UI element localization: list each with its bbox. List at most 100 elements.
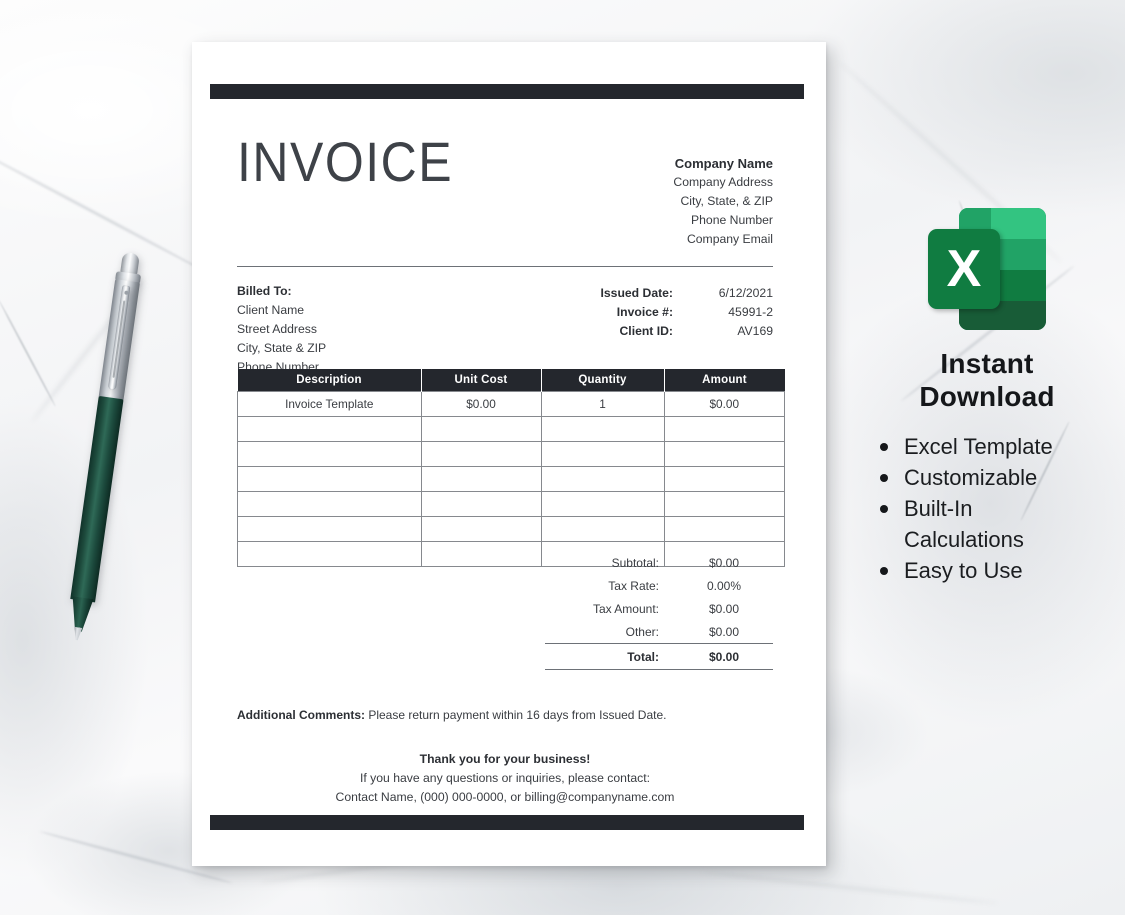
promo-feature-label: Calculations <box>904 527 1024 552</box>
promo-feature-label: Easy to Use <box>904 558 1023 583</box>
table-cell[interactable] <box>237 516 422 542</box>
bullet-icon <box>880 567 888 575</box>
table-cell[interactable] <box>663 516 785 542</box>
totals-value: $0.00 <box>708 624 740 639</box>
table-cell[interactable] <box>540 516 665 542</box>
billed-to-label: Billed To: <box>237 284 292 298</box>
invoice-document: INVOICE Company Name Company Address Cit… <box>192 42 826 866</box>
table-cell[interactable] <box>237 466 422 492</box>
company-info-block: Company Name Company Address City, State… <box>673 154 773 249</box>
table-cell[interactable] <box>420 516 542 542</box>
client-street: Street Address <box>237 322 317 336</box>
company-address: Company Address <box>673 175 773 189</box>
company-phone: Phone Number <box>691 213 773 227</box>
table-cell[interactable] <box>663 491 785 517</box>
table-cell[interactable] <box>663 466 785 492</box>
line-items-table: Description Unit Cost Quantity Amount Invoi… <box>237 369 785 567</box>
header-divider <box>237 266 773 267</box>
promo-feature-label: Built-In <box>904 496 973 521</box>
table-cell[interactable] <box>540 466 665 492</box>
promo-feature-list: Excel Template Customizable Built-In Calcul… <box>878 431 1118 586</box>
header-accent-bar <box>210 84 804 99</box>
table-row[interactable] <box>237 491 785 517</box>
totals-value: $0.00 <box>708 601 740 616</box>
table-header-row: Description Unit Cost Quantity Amount <box>237 369 785 392</box>
pen-taper <box>68 596 94 633</box>
invoice-meta-value: 45991-2 <box>728 305 773 319</box>
table-cell[interactable] <box>663 441 785 467</box>
invoice-header: INVOICE Company Name Company Address Cit… <box>237 110 773 246</box>
totals-grand-row: Total: $0.00 <box>545 643 773 670</box>
totals-block: Subtotal: $0.00 Tax Rate: 0.00% Tax Amount: $… <box>545 551 773 670</box>
totals-value: $0.00 <box>708 555 740 570</box>
promo-feature-item: Customizable <box>878 462 1118 493</box>
promo-feature-label: Customizable <box>904 465 1038 490</box>
table-cell[interactable] <box>420 466 542 492</box>
table-row[interactable] <box>237 466 785 492</box>
invoice-meta-key: Issued Date: <box>600 286 673 300</box>
totals-row: Subtotal: $0.00 <box>545 551 773 574</box>
totals-label: Tax Amount: <box>592 601 659 616</box>
additional-comments: Additional Comments: Please return payme… <box>237 708 666 722</box>
table-cell[interactable] <box>420 441 542 467</box>
company-name: Company Name <box>674 156 773 171</box>
table-cell[interactable] <box>237 491 422 517</box>
totals-value: 0.00% <box>706 578 742 593</box>
table-header-cell: Quantity <box>541 369 665 392</box>
totals-label: Tax Rate: <box>608 578 659 593</box>
invoice-meta-list: Issued Date: 6/12/2021 Invoice #: 45991-2 Cl… <box>513 284 773 341</box>
table-cell[interactable]: $0.00 <box>420 391 542 417</box>
totals-label: Subtotal: <box>611 555 659 570</box>
promo-panel: X Instant Download Excel Template Customi… <box>856 205 1118 586</box>
table-header-cell: Unit Cost <box>421 369 542 392</box>
table-cell[interactable]: $0.00 <box>663 391 785 417</box>
invoice-meta-value: 6/12/2021 <box>718 286 773 300</box>
company-email: Company Email <box>686 232 773 246</box>
table-header-cell: Amount <box>664 369 785 392</box>
promo-feature-item: Excel Template <box>878 431 1118 462</box>
pen-tip <box>72 627 84 641</box>
footer-line-2: If you have any questions or inquiries, … <box>360 771 650 785</box>
table-body: Invoice Template $0.00 1 $0.00 <box>237 391 785 567</box>
additional-comments-label: Additional Comments: <box>237 708 365 722</box>
promo-title-line-1: Instant <box>940 348 1034 379</box>
table-cell[interactable] <box>420 491 542 517</box>
promo-feature-item: Calculations <box>878 524 1118 555</box>
table-cell[interactable] <box>540 416 665 442</box>
table-cell[interactable] <box>540 491 665 517</box>
totals-label: Other: <box>625 624 659 639</box>
table-cell[interactable] <box>420 416 542 442</box>
totals-row: Other: $0.00 <box>545 620 773 643</box>
table-row[interactable]: Invoice Template $0.00 1 $0.00 <box>237 391 785 417</box>
invoice-meta-row: Issued Date: 6/12/2021 <box>513 284 773 303</box>
table-cell[interactable] <box>237 416 422 442</box>
promo-feature-item: Easy to Use <box>878 555 1118 586</box>
table-row[interactable] <box>237 441 785 467</box>
table-cell[interactable] <box>237 441 422 467</box>
excel-x-letter: X <box>946 240 982 298</box>
bullet-icon <box>880 505 888 513</box>
table-row[interactable] <box>237 416 785 442</box>
totals-label: Total: <box>627 649 659 664</box>
totals-value: $0.00 <box>708 649 740 664</box>
footer-thanks: Thank you for your business! <box>419 752 591 766</box>
page-title: INVOICE <box>237 130 454 194</box>
footer-line-3: Contact Name, (000) 000-0000, or billing… <box>335 790 675 804</box>
table-cell[interactable]: Invoice Template <box>237 391 422 417</box>
table-row[interactable] <box>237 516 785 542</box>
invoice-meta-row: Client ID: AV169 <box>513 322 774 341</box>
invoice-meta-key: Invoice #: <box>616 305 673 319</box>
totals-row: Tax Amount: $0.00 <box>545 597 773 620</box>
promo-feature-item: Built-In <box>878 493 1118 524</box>
table-cell[interactable] <box>237 541 422 567</box>
bullet-icon <box>880 474 888 482</box>
client-name: Client Name <box>237 303 305 317</box>
additional-comments-text: Please return payment within 16 days fro… <box>365 708 667 722</box>
excel-icon: X <box>928 205 1046 333</box>
invoice-meta-row: Invoice #: 45991-2 <box>513 303 773 322</box>
promo-title: Instant Download <box>856 347 1118 413</box>
table-cell[interactable] <box>540 441 665 467</box>
table-cell[interactable]: 1 <box>540 391 665 417</box>
table-cell[interactable] <box>420 541 542 567</box>
table-cell[interactable] <box>663 416 785 442</box>
